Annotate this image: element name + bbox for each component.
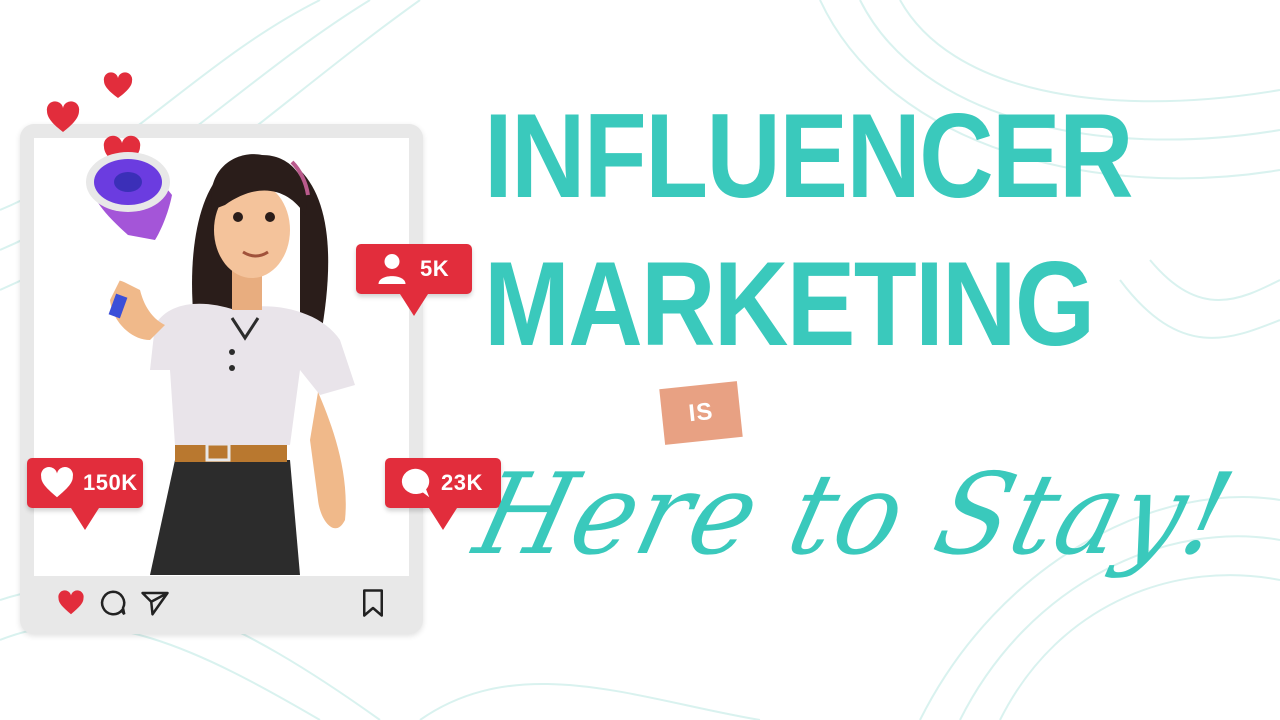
heart-icon [41, 467, 73, 498]
comment-icon [401, 468, 430, 498]
headline-line-1: INFLUENCER [484, 89, 1134, 223]
headline-line-2: MARKETING [484, 237, 1095, 371]
comment-icon[interactable] [98, 588, 128, 618]
is-badge: IS [659, 381, 743, 445]
post-action-bar [20, 576, 423, 634]
user-icon [378, 254, 406, 284]
followers-notification: 5K [356, 244, 472, 316]
heart-icon[interactable] [56, 588, 86, 618]
likes-notification: 150K [27, 458, 143, 530]
followers-count: 5K [420, 256, 450, 281]
tagline: Here to Stay! [463, 450, 1247, 580]
social-post-card [20, 124, 423, 634]
comments-count: 23K [441, 470, 483, 495]
bookmark-icon[interactable] [358, 588, 388, 618]
send-icon[interactable] [140, 588, 170, 618]
likes-count: 150K [83, 470, 138, 495]
